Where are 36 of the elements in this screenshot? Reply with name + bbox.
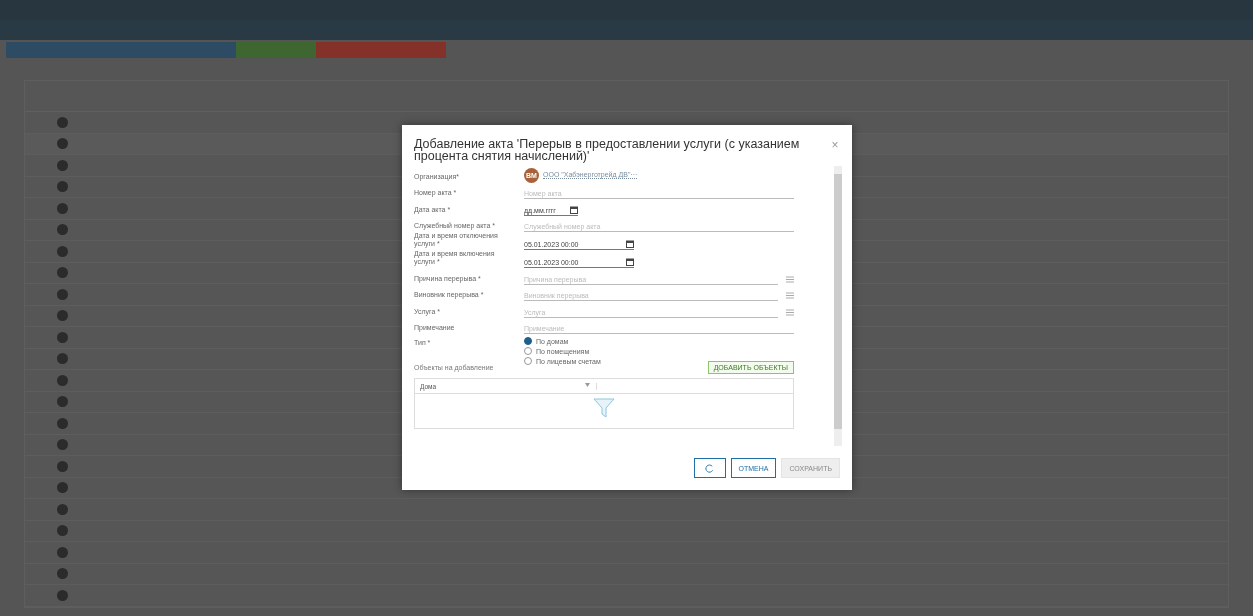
status-icon xyxy=(57,288,68,300)
dialog-title: Добавление акта 'Перерыв в предоставлении услуги (с указанием процента снятия начислений)' xyxy=(414,138,801,162)
status-icon xyxy=(57,417,68,429)
status-icon xyxy=(57,439,68,451)
status-icon xyxy=(57,331,68,343)
status-icon xyxy=(57,396,68,408)
status-icon xyxy=(57,138,68,150)
status-icon xyxy=(57,589,68,601)
status-icon xyxy=(57,546,68,558)
list-icon[interactable] xyxy=(786,292,794,299)
calendar-icon[interactable] xyxy=(626,258,634,266)
status-icon xyxy=(57,503,68,515)
scrollbar[interactable] xyxy=(834,166,842,446)
calendar-icon[interactable] xyxy=(570,205,578,214)
status-icon xyxy=(57,460,68,472)
status-icon xyxy=(57,267,68,279)
refresh-button[interactable] xyxy=(693,458,726,478)
status-icon xyxy=(57,568,68,580)
status-icon xyxy=(57,245,68,257)
list-icon[interactable] xyxy=(786,308,794,316)
calendar-icon[interactable] xyxy=(626,240,634,248)
status-icon xyxy=(57,116,68,128)
close-button[interactable]: × xyxy=(828,138,842,152)
list-icon[interactable] xyxy=(786,275,794,283)
status-icon xyxy=(57,525,68,537)
status-icon xyxy=(57,159,68,171)
status-icon xyxy=(57,224,68,236)
filter-icon xyxy=(593,398,615,418)
status-icon xyxy=(57,374,68,386)
status-icon xyxy=(57,310,68,322)
refresh-icon xyxy=(705,463,714,473)
sort-icon[interactable] xyxy=(585,382,590,387)
status-icon xyxy=(57,482,68,494)
status-icon xyxy=(57,353,68,365)
status-icon xyxy=(57,181,68,193)
status-icon xyxy=(57,202,68,214)
